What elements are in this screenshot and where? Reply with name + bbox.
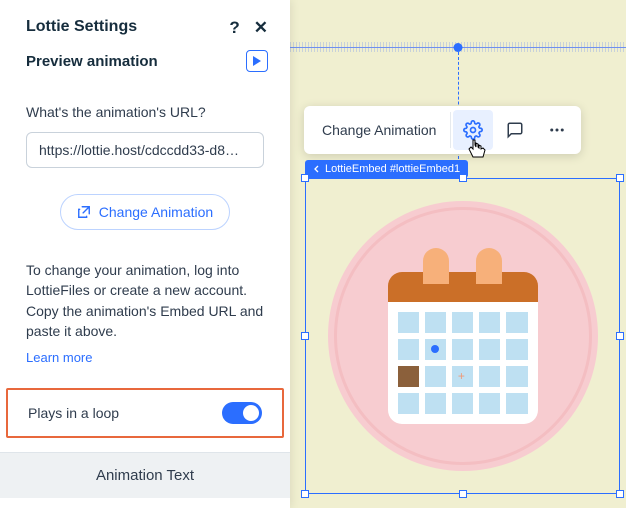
calendar-day [506, 393, 527, 414]
help-text: To change your animation, log into Lotti… [26, 262, 263, 339]
plays-in-loop-toggle[interactable] [222, 402, 262, 424]
resize-handle-br[interactable] [616, 490, 624, 498]
calendar-grid: + [388, 302, 538, 425]
element-name-tag[interactable]: LottieEmbed #lottieEmbed1 [305, 160, 468, 178]
animation-preview: + [312, 185, 613, 487]
calendar-day [398, 312, 419, 333]
help-text-section: To change your animation, log into Lotti… [0, 238, 290, 368]
calendar-day [425, 312, 446, 333]
calendar-day [479, 393, 500, 414]
calendar-day [425, 393, 446, 414]
url-field-label: What's the animation's URL? [26, 104, 264, 120]
lottie-settings-panel: Lottie Settings ? ✕ Preview animation Wh… [0, 0, 290, 508]
preview-animation-row: Preview animation [0, 44, 290, 84]
animation-url-input[interactable] [26, 132, 264, 168]
calendar-day-current [425, 339, 446, 360]
resize-handle-bl[interactable] [301, 490, 309, 498]
toolbar-change-animation-button[interactable]: Change Animation [308, 112, 451, 148]
resize-handle-lm[interactable] [301, 332, 309, 340]
calendar-rings [388, 248, 538, 284]
anchor-dot[interactable] [454, 43, 463, 52]
panel-header: Lottie Settings ? ✕ [0, 0, 290, 44]
editor-canvas[interactable]: Change Animation LottieEmbed #lottieEmbe… [290, 0, 626, 508]
gear-icon [463, 120, 483, 140]
chevron-left-icon [313, 165, 321, 173]
learn-more-link[interactable]: Learn more [26, 349, 92, 368]
calendar-ring-left [423, 248, 449, 284]
calendar-day-marked [398, 366, 419, 387]
comment-icon [506, 121, 524, 139]
more-options-button[interactable] [537, 110, 577, 150]
animation-text-section[interactable]: Animation Text [0, 452, 290, 498]
preview-animation-label: Preview animation [26, 53, 158, 70]
panel-title: Lottie Settings [26, 18, 137, 36]
comment-button[interactable] [495, 110, 535, 150]
calendar-day [398, 339, 419, 360]
calendar-day [452, 339, 473, 360]
more-icon [548, 121, 566, 139]
change-animation-wrap: Change Animation [0, 176, 290, 238]
toggle-knob [243, 405, 259, 421]
settings-button[interactable] [453, 110, 493, 150]
calendar-day [479, 366, 500, 387]
resize-handle-bm[interactable] [459, 490, 467, 498]
plays-in-loop-row: Plays in a loop [6, 388, 284, 438]
play-icon [252, 56, 262, 66]
calendar-day: + [452, 366, 473, 387]
plays-in-loop-label: Plays in a loop [28, 405, 119, 421]
resize-handle-tr[interactable] [616, 174, 624, 182]
calendar-day [452, 312, 473, 333]
url-section: What's the animation's URL? [0, 84, 290, 176]
calendar-day [452, 393, 473, 414]
calendar-day [425, 366, 446, 387]
play-button[interactable] [246, 50, 268, 72]
animation-background-circle: + [328, 201, 598, 471]
resize-handle-tm[interactable] [459, 174, 467, 182]
calendar-graphic: + [388, 248, 538, 425]
calendar-ring-right [476, 248, 502, 284]
cursor-icon [467, 138, 487, 165]
element-toolbar: Change Animation [304, 106, 581, 154]
resize-handle-tl[interactable] [301, 174, 309, 182]
change-animation-label: Change Animation [99, 204, 213, 220]
calendar-day [398, 393, 419, 414]
calendar-day [479, 339, 500, 360]
element-tag-label: LottieEmbed #lottieEmbed1 [325, 163, 460, 175]
close-icon[interactable]: ✕ [254, 19, 268, 36]
calendar-day [506, 366, 527, 387]
selection-outline[interactable]: + [305, 178, 620, 494]
calendar-day [479, 312, 500, 333]
external-link-icon [77, 205, 91, 219]
help-icon[interactable]: ? [229, 19, 239, 36]
calendar-day [506, 339, 527, 360]
calendar-day [506, 312, 527, 333]
header-icons: ? ✕ [229, 19, 268, 36]
resize-handle-rm[interactable] [616, 332, 624, 340]
change-animation-button[interactable]: Change Animation [60, 194, 230, 230]
